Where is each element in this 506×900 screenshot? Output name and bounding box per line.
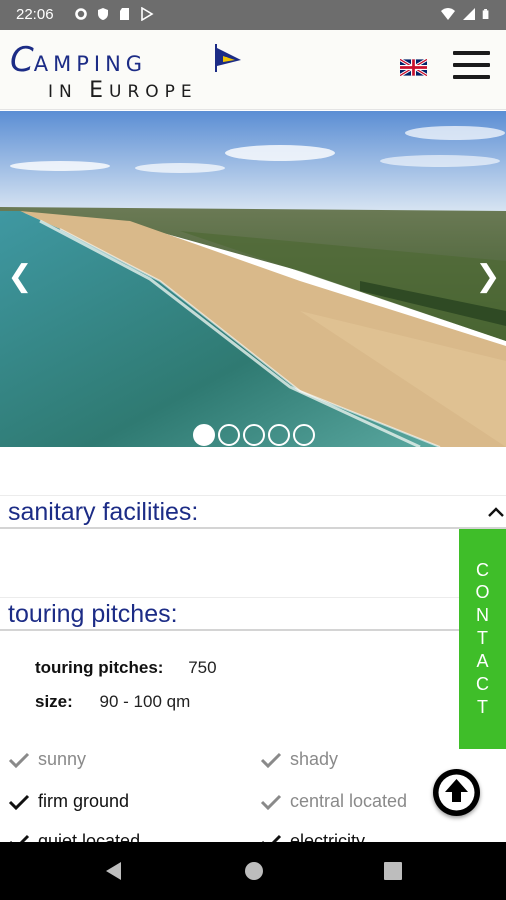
check-icon: [8, 752, 30, 768]
contact-letter: N: [476, 605, 489, 625]
logo-line1: CAMPING: [10, 40, 148, 80]
check-icon: [8, 794, 30, 810]
hamburger-menu-icon[interactable]: [453, 51, 490, 80]
touring-pitches-value: 750: [188, 658, 217, 677]
battery-icon: [482, 9, 489, 19]
contact-letter: C: [476, 560, 489, 580]
contact-letter: O: [475, 582, 490, 602]
status-bar: 22:06: [0, 0, 506, 30]
site-header: CAMPING IN EUROPE: [0, 30, 506, 110]
scroll-to-top-button[interactable]: [433, 769, 480, 816]
arrow-up-icon: [438, 774, 475, 811]
home-icon[interactable]: [243, 860, 265, 882]
section-header-touring[interactable]: touring pitches:: [0, 597, 506, 631]
recents-icon[interactable]: [383, 861, 403, 881]
contact-letter: A: [476, 651, 489, 671]
status-time: 22:06: [16, 6, 54, 23]
touring-pitches-row: touring pitches: 750: [35, 658, 217, 678]
gear-icon: [75, 8, 87, 20]
contact-letter: C: [476, 674, 489, 694]
chevron-up-icon[interactable]: [486, 502, 506, 522]
feature-item: shady: [260, 749, 338, 770]
contact-letter: T: [477, 628, 488, 648]
carousel-dot[interactable]: [218, 424, 240, 446]
play-store-icon: [141, 7, 154, 21]
check-icon: [260, 752, 282, 768]
section-header-sanitary[interactable]: sanitary facilities:: [0, 495, 506, 529]
feature-item: central located: [260, 791, 407, 812]
carousel-prev-arrow[interactable]: ❮: [5, 262, 35, 296]
check-icon: [260, 794, 282, 810]
camping-in-europe-logo[interactable]: CAMPING IN EUROPE: [10, 40, 250, 104]
size-row: size: 90 - 100 qm: [35, 692, 190, 712]
size-label: size:: [35, 692, 73, 711]
section-title: sanitary facilities:: [8, 498, 199, 526]
carousel-dot[interactable]: [193, 424, 215, 446]
carousel-dot[interactable]: [293, 424, 315, 446]
beach-aerial-photo: [0, 111, 506, 447]
section-title: touring pitches:: [8, 600, 178, 628]
uk-flag-icon[interactable]: [400, 59, 427, 76]
logo-line2: IN EUROPE: [48, 78, 198, 103]
feature-item: firm ground: [8, 791, 129, 812]
signal-icon: [463, 8, 475, 20]
shield-icon: [98, 8, 108, 20]
back-icon[interactable]: [103, 860, 123, 882]
contact-letter: T: [477, 697, 488, 717]
carousel-next-arrow[interactable]: ❯: [473, 262, 503, 296]
wifi-icon: [441, 8, 455, 20]
contact-tab-button[interactable]: C O N T A C T: [459, 529, 506, 749]
sd-card-icon: [120, 8, 129, 20]
touring-pitches-label: touring pitches:: [35, 658, 164, 677]
feature-item: sunny: [8, 749, 86, 770]
carousel-dot[interactable]: [268, 424, 290, 446]
android-nav-bar: [0, 842, 506, 900]
size-value: 90 - 100 qm: [99, 692, 191, 711]
carousel-pagination: [193, 424, 315, 446]
hero-carousel[interactable]: ❮ ❯: [0, 111, 506, 447]
logo-sail-icon: [215, 44, 241, 72]
carousel-dot[interactable]: [243, 424, 265, 446]
